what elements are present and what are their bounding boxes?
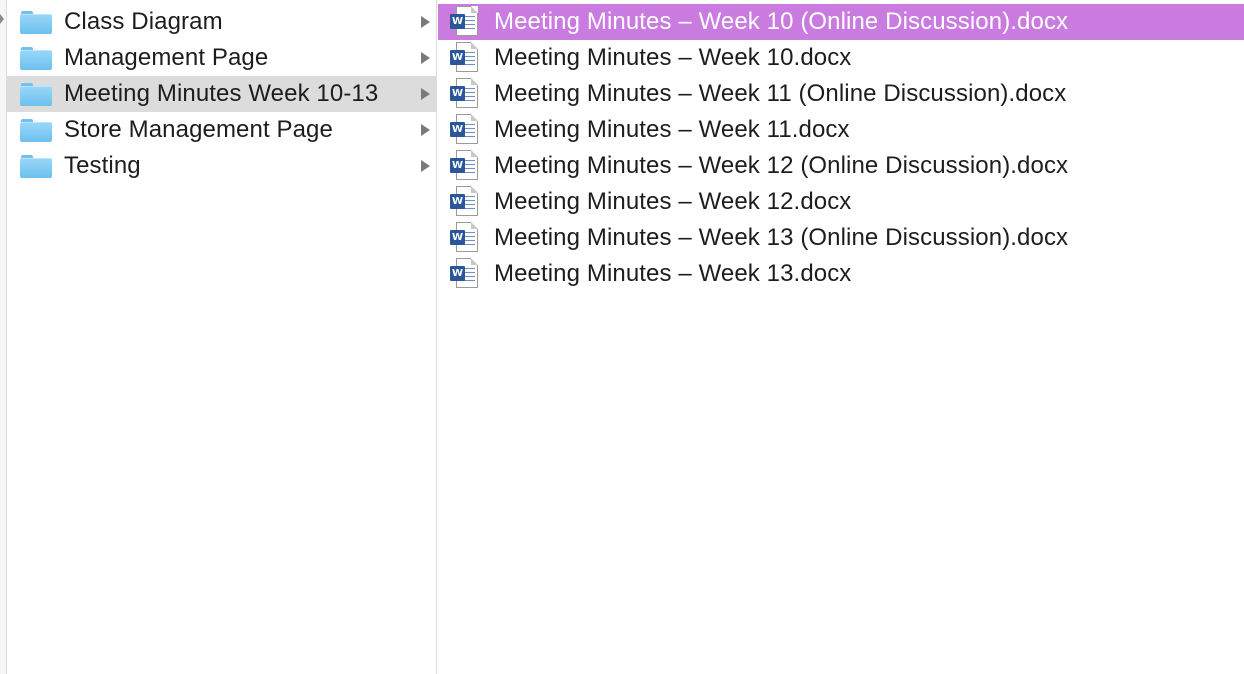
file-row-selected[interactable]: W Meeting Minutes – Week 10 (Online Disc… <box>438 4 1244 40</box>
folder-row-selected[interactable]: Meeting Minutes Week 10-13 <box>7 76 437 112</box>
word-document-icon: W <box>450 78 480 110</box>
finder-column-browser: Class Diagram Management Page Meeting Mi… <box>0 0 1244 674</box>
folder-name: Meeting Minutes Week 10-13 <box>64 80 379 107</box>
folder-name: Store Management Page <box>64 116 333 143</box>
file-name: Meeting Minutes – Week 11.docx <box>494 116 850 143</box>
folder-row[interactable]: Store Management Page <box>7 112 437 148</box>
file-name: Meeting Minutes – Week 12 (Online Discus… <box>494 152 1069 179</box>
folder-icon <box>20 154 52 178</box>
file-row[interactable]: W Meeting Minutes – Week 11 (Online Disc… <box>438 76 1244 112</box>
disclosure-arrow-icon <box>421 16 430 28</box>
file-row[interactable]: W Meeting Minutes – Week 12 (Online Disc… <box>438 148 1244 184</box>
disclosure-arrow-icon <box>421 160 430 172</box>
folder-icon <box>20 46 52 70</box>
file-name: Meeting Minutes – Week 11 (Online Discus… <box>494 80 1067 107</box>
folder-name: Class Diagram <box>64 8 223 35</box>
word-document-icon: W <box>450 258 480 290</box>
file-row[interactable]: W Meeting Minutes – Week 11.docx <box>438 112 1244 148</box>
word-document-icon: W <box>450 42 480 74</box>
file-row[interactable]: W Meeting Minutes – Week 13 (Online Disc… <box>438 220 1244 256</box>
file-row[interactable]: W Meeting Minutes – Week 10.docx <box>438 40 1244 76</box>
folder-row[interactable]: Testing <box>7 148 437 184</box>
word-document-icon: W <box>450 150 480 182</box>
folder-icon <box>20 82 52 106</box>
folder-name: Management Page <box>64 44 269 71</box>
disclosure-arrow-icon <box>421 88 430 100</box>
word-document-icon: W <box>450 186 480 218</box>
file-column: W Meeting Minutes – Week 10 (Online Disc… <box>438 4 1244 674</box>
folder-icon <box>20 118 52 142</box>
file-name: Meeting Minutes – Week 10.docx <box>494 44 852 71</box>
previous-column-edge[interactable] <box>0 0 7 674</box>
disclosure-arrow-icon <box>421 124 430 136</box>
word-document-icon: W <box>450 6 480 38</box>
file-name: Meeting Minutes – Week 13 (Online Discus… <box>494 224 1069 251</box>
disclosure-arrow-icon <box>0 14 4 24</box>
column-resize-divider[interactable] <box>436 0 437 674</box>
file-name: Meeting Minutes – Week 12.docx <box>494 188 852 215</box>
folder-column: Class Diagram Management Page Meeting Mi… <box>7 4 437 674</box>
folder-icon <box>20 10 52 34</box>
folder-row[interactable]: Class Diagram <box>7 4 437 40</box>
disclosure-arrow-icon <box>421 52 430 64</box>
word-document-icon: W <box>450 114 480 146</box>
file-name: Meeting Minutes – Week 10 (Online Discus… <box>494 8 1069 35</box>
word-document-icon: W <box>450 222 480 254</box>
file-row[interactable]: W Meeting Minutes – Week 13.docx <box>438 256 1244 292</box>
file-row[interactable]: W Meeting Minutes – Week 12.docx <box>438 184 1244 220</box>
folder-name: Testing <box>64 152 141 179</box>
folder-row[interactable]: Management Page <box>7 40 437 76</box>
file-name: Meeting Minutes – Week 13.docx <box>494 260 852 287</box>
